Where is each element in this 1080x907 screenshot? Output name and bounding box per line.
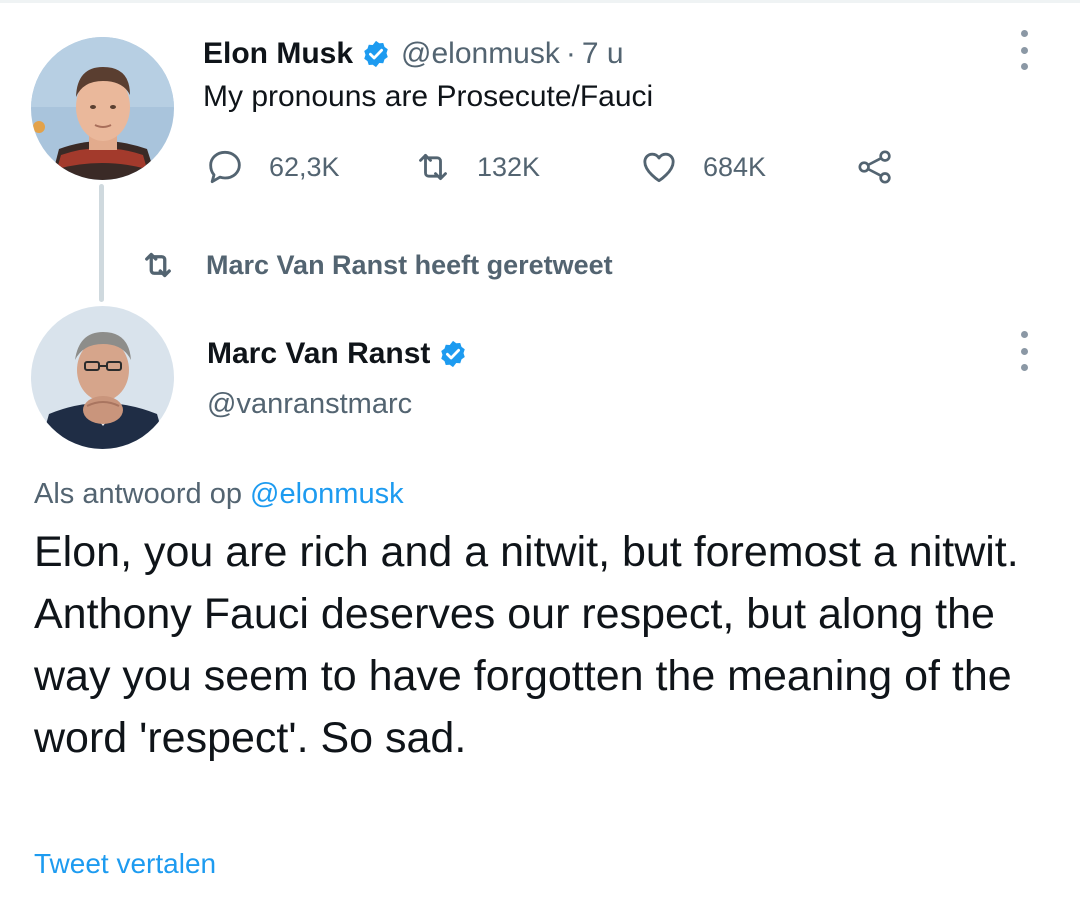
retweet-context-label[interactable]: Marc Van Ranst heeft geretweet [206, 250, 613, 281]
retweet-arrows-icon [419, 153, 447, 181]
avatar-marc-van-ranst[interactable] [31, 306, 174, 449]
main-handle[interactable]: @vanranstmarc [207, 388, 412, 421]
top-divider [0, 0, 1080, 3]
retweet-button[interactable]: 132K [413, 145, 540, 189]
main-tweet-paragraph-1: Elon, you are rich and a nitwit, but for… [34, 528, 1019, 576]
retweet-context: Marc Van Ranst heeft geretweet [140, 247, 613, 283]
main-tweet-paragraph-2: Anthony Fauci deserves our respect, but … [34, 590, 1012, 762]
avatar-elon-musk[interactable] [31, 37, 174, 180]
parent-tweet-text: My pronouns are Prosecute/Fauci [203, 80, 654, 113]
retweet-count: 132K [477, 151, 541, 182]
reply-to-prefix: Als antwoord op [34, 478, 251, 510]
like-count: 684K [703, 151, 767, 182]
parent-display-name[interactable]: Elon Musk [203, 37, 353, 71]
speech-bubble-icon [209, 150, 241, 184]
dot-separator: · [565, 37, 576, 70]
retweet-arrows-icon [145, 252, 171, 278]
vertical-ellipsis-icon[interactable] [1017, 331, 1031, 371]
heart-outline-icon [643, 152, 675, 183]
main-display-name[interactable]: Marc Van Ranst [207, 337, 430, 371]
thread-connector-line [99, 184, 104, 302]
main-tweet-text: Elon, you are rich and a nitwit, but for… [34, 521, 1044, 769]
reply-count: 62,3K [269, 151, 340, 182]
share-button[interactable] [855, 145, 895, 189]
like-button[interactable]: 684K [639, 145, 766, 189]
reply-to-line: Als antwoord op @elonmusk [34, 478, 404, 511]
parent-handle[interactable]: @elonmusk [401, 37, 560, 71]
reply-to-mention[interactable]: @elonmusk [250, 478, 404, 510]
parent-timestamp[interactable]: 7 u [582, 37, 624, 71]
verified-badge-icon [441, 340, 466, 368]
parent-tweet-header: Elon Musk @elonmusk · 7 u [203, 33, 624, 75]
translate-tweet-link[interactable]: Tweet vertalen [34, 848, 216, 880]
parent-tweet-actions: 62,3K 132K 684K [205, 145, 925, 189]
reply-button[interactable]: 62,3K [205, 145, 340, 189]
main-tweet-header: Marc Van Ranst [207, 333, 478, 375]
verified-badge-icon [364, 40, 388, 68]
vertical-ellipsis-icon[interactable] [1017, 30, 1031, 70]
share-nodes-icon [858, 150, 891, 184]
